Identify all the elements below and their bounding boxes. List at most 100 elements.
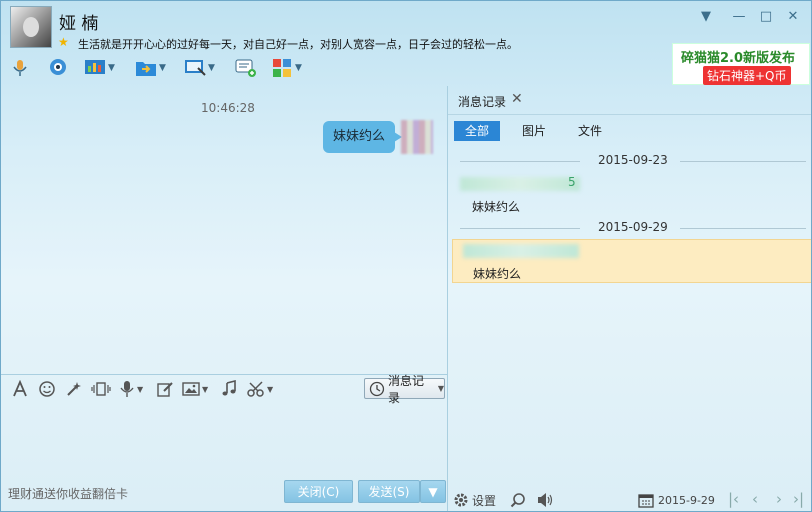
search-icon [510,493,525,508]
music-button[interactable] [221,379,237,399]
chevron-down-icon[interactable]: ▼ [208,63,215,73]
sender-avatar[interactable] [401,120,433,154]
contact-name[interactable]: 娅 楠 [59,9,98,34]
video-call-button[interactable] [47,55,69,81]
magic-wand-icon [67,382,81,396]
file-transfer-button[interactable]: ▼ [135,55,166,81]
date-separator: 2015-09-23 [448,153,811,169]
emoji-icon [39,381,55,397]
message-add-icon [235,59,256,77]
sender-name-blurred [460,177,580,191]
star-icon: ★ [58,35,69,49]
message-input[interactable] [1,403,447,479]
clock-icon [369,381,385,396]
chevron-down-icon[interactable]: ▼ [159,63,166,73]
speaker-icon [538,493,553,507]
prev-page-icon[interactable]: ‹ [752,490,758,508]
font-button[interactable] [11,379,29,399]
sound-button[interactable] [536,491,554,509]
chat-header: 娅 楠 ★ 生活就是开开心心的过好每一天，对自己好一点，对别人宽容一点，日子会过… [1,1,811,85]
send-image-button[interactable]: ▼ [182,379,208,399]
settings-button[interactable]: 设置 [453,491,496,509]
maximize-button[interactable]: □ [756,9,776,25]
search-history-button[interactable] [510,491,526,509]
screenshot-button[interactable]: ▼ [247,379,273,399]
panel-header-divider [448,114,811,115]
sender-name-blurred [463,244,579,258]
contact-signature: 生活就是开开心心的过好每一天，对自己好一点，对别人宽容一点，日子会过的轻松一点。 [78,38,518,51]
image-icon [182,382,200,396]
font-icon [13,380,27,397]
history-panel: 消息记录 ✕ 全部 图片 文件 2015-09-23 5 妹妹约么 2015-0… [448,86,811,511]
voice-call-button[interactable] [9,55,31,81]
chevron-down-icon[interactable]: ▼ [202,385,208,394]
promo-link[interactable]: 理财通送你收益翻倍卡 [8,485,128,502]
chevron-down-icon[interactable]: ▼ [267,385,273,394]
history-tab[interactable]: 消息记录 [458,93,506,110]
history-date: 2015-9-29 [658,493,715,507]
remote-desktop-icon [185,60,206,76]
ad-title: 碎猫猫2.0新版发布 [681,51,796,66]
edit-button[interactable] [156,379,174,399]
close-button[interactable]: 关闭(C) [284,480,353,503]
message-area: 10:46:28 妹妹约么 [1,86,447,374]
edit-icon [157,382,173,397]
filter-images[interactable]: 图片 [511,121,557,141]
calendar-button[interactable]: 2015-9-29 [638,491,715,509]
history-message-selected[interactable]: 妹妹约么 [452,239,811,283]
chevron-down-icon: ▼ [437,384,444,393]
first-page-icon[interactable]: |‹ [728,490,739,508]
ad-subtitle: 钻石神器+Q币 [703,66,791,85]
contact-avatar[interactable] [10,6,52,48]
history-message-text: 妹妹约么 [473,267,522,281]
shake-icon [91,382,111,396]
window-menu-button[interactable]: ▼ [696,9,716,25]
camera-icon [50,59,66,75]
magic-expression-button[interactable] [65,379,83,399]
history-message-text: 妹妹约么 [472,200,521,214]
music-note-icon [222,380,236,396]
message-history-button[interactable]: 消息记录 ▼ [364,374,445,405]
calendar-icon [638,494,654,508]
shake-button[interactable] [91,379,111,399]
screen-share-icon [85,60,105,74]
message-time: 10:46:28 [201,101,255,115]
file-transfer-icon [136,62,156,76]
emoji-button[interactable] [38,379,56,399]
ad-banner[interactable]: 碎猫猫2.0新版发布 钻石神器+Q币 [672,43,810,85]
chat-window: 娅 楠 ★ 生活就是开开心心的过好每一天，对自己好一点，对别人宽容一点，日子会过… [0,0,812,512]
sender-name-tail: 5 [568,175,576,189]
date-label: 2015-09-23 [598,153,668,167]
send-options-button[interactable]: ▼ [420,480,446,503]
remote-desktop-button[interactable]: ▼ [184,55,215,81]
screen-share-button[interactable]: ▼ [84,55,115,81]
chevron-down-icon[interactable]: ▼ [295,63,302,73]
minimize-button[interactable]: — [729,9,749,25]
gear-icon [454,493,468,507]
settings-label: 设置 [472,493,497,508]
scissors-icon [247,381,264,397]
message-history-label: 消息记录 [387,373,424,405]
last-page-icon[interactable]: ›| [793,490,804,508]
message-bubble[interactable]: 妹妹约么 [323,121,403,153]
chevron-down-icon[interactable]: ▼ [137,385,143,394]
history-footer: 设置 2015-9-29 |‹ ‹ › ›| [448,486,811,511]
close-window-button[interactable]: ✕ [783,9,803,25]
filter-all[interactable]: 全部 [454,121,501,141]
microphone-icon [120,381,134,397]
voice-message-button[interactable]: ▼ [119,379,143,399]
chevron-down-icon: ▼ [428,485,438,499]
send-button[interactable]: 发送(S) [358,480,420,503]
chevron-down-icon[interactable]: ▼ [108,63,115,73]
microphone-icon [13,60,27,76]
input-toolbar: ▼ ▼ ▼ 消息记录 ▼ [1,374,447,405]
next-page-icon[interactable]: › [776,490,782,508]
message-text: 妹妹约么 [333,129,386,144]
new-message-button[interactable] [235,55,257,81]
date-label: 2015-09-29 [598,220,668,234]
date-separator: 2015-09-29 [448,220,811,236]
filter-files[interactable]: 文件 [567,121,613,141]
apps-icon [273,59,291,77]
close-history-icon[interactable]: ✕ [511,91,523,107]
apps-button[interactable]: ▼ [271,55,302,81]
